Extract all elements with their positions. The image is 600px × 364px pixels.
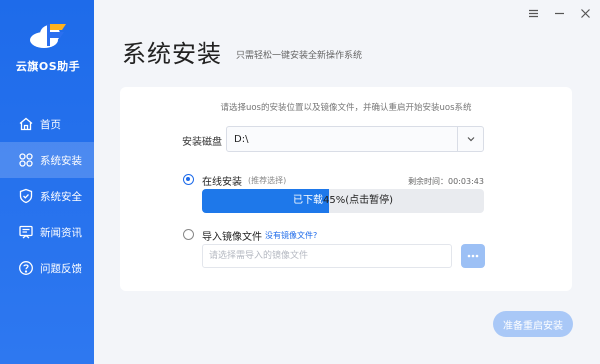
page-subtitle: 只需轻松一键安装全新操作系统 bbox=[236, 51, 363, 61]
app-logo: 云旗OS助手 bbox=[10, 20, 86, 76]
recommended-tag: (推荐选择) bbox=[248, 176, 287, 185]
minimize-button[interactable] bbox=[552, 6, 566, 20]
news-icon bbox=[18, 224, 34, 240]
online-install-radio[interactable] bbox=[183, 174, 194, 185]
progress-text: 已下载45%(点击暂停) bbox=[202, 189, 484, 213]
sidebar-item-news[interactable]: 新闻资讯 bbox=[0, 214, 94, 250]
sidebar-item-home[interactable]: 首页 bbox=[0, 106, 94, 142]
progress-text-downloaded: 已下载 bbox=[292, 195, 323, 206]
sidebar-item-feedback[interactable]: 问题反馈 bbox=[0, 250, 94, 286]
cloud-flag-logo-icon bbox=[30, 24, 66, 48]
sidebar-item-label: 新闻资讯 bbox=[40, 226, 82, 239]
close-button[interactable] bbox=[578, 6, 592, 20]
page-title: 系统安装 bbox=[122, 40, 222, 68]
minimize-icon bbox=[554, 12, 564, 14]
shield-icon bbox=[18, 188, 34, 204]
image-file-input[interactable] bbox=[202, 244, 452, 268]
progress-text-percent: 45%(点击暂停) bbox=[322, 195, 394, 206]
close-icon bbox=[580, 8, 590, 18]
sidebar-item-system-security[interactable]: 系统安全 bbox=[0, 178, 94, 214]
image-file-radio[interactable] bbox=[183, 229, 194, 240]
online-install-label: 在线安装 bbox=[202, 177, 242, 188]
disk-select[interactable]: D:\ bbox=[226, 126, 484, 152]
sidebar-nav: 首页 系统安装 系统安全 新闻资讯 问题反馈 bbox=[0, 106, 94, 286]
restart-install-button[interactable]: 准备重启安装 bbox=[493, 311, 573, 337]
install-hint: 请选择uos的安装位置以及镜像文件，并确认重启开始安装uos系统 bbox=[220, 103, 472, 113]
sidebar-item-label: 首页 bbox=[40, 118, 61, 131]
image-file-label: 导入镜像文件 bbox=[202, 232, 262, 243]
sidebar-item-label: 问题反馈 bbox=[40, 262, 82, 275]
chevron-down-icon bbox=[467, 137, 474, 142]
disk-value: D:\ bbox=[234, 133, 249, 145]
apps-icon bbox=[18, 152, 34, 168]
download-progress-bar[interactable]: 已下载45%(点击暂停) bbox=[202, 189, 484, 213]
sidebar-item-system-install[interactable]: 系统安装 bbox=[0, 142, 94, 178]
menu-button[interactable] bbox=[526, 6, 540, 20]
no-image-link[interactable]: 没有镜像文件? bbox=[265, 230, 317, 241]
home-icon bbox=[18, 116, 34, 132]
sidebar-item-label: 系统安全 bbox=[40, 190, 82, 203]
question-icon bbox=[18, 260, 34, 276]
sidebar: 云旗OS助手 首页 系统安装 系统安全 新闻资讯 问题反馈 bbox=[0, 0, 94, 364]
remaining-time: 剩余时间：00:03:43 bbox=[408, 177, 484, 186]
dropdown-toggle[interactable] bbox=[457, 127, 483, 151]
install-card: 请选择uos的安装位置以及镜像文件，并确认重启开始安装uos系统 安装磁盘 D:… bbox=[120, 87, 572, 291]
browse-button[interactable] bbox=[461, 244, 485, 268]
menu-icon bbox=[528, 9, 538, 17]
sidebar-item-label: 系统安装 bbox=[40, 154, 82, 167]
more-dots-icon bbox=[467, 254, 479, 258]
disk-label: 安装磁盘 bbox=[182, 137, 222, 148]
app-name: 云旗OS助手 bbox=[15, 60, 81, 73]
